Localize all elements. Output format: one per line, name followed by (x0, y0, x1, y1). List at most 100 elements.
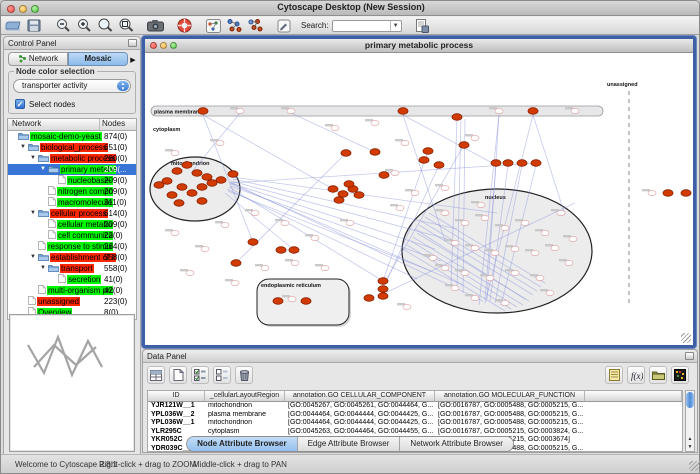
float-panel-icon[interactable] (128, 39, 137, 47)
network-node-selected[interactable] (154, 182, 164, 189)
attribute-matrix-icon[interactable] (671, 366, 689, 384)
network-node-selected[interactable] (663, 190, 673, 197)
tree-row-multi-organism-pro[interactable]: multi-organism pro42(0) (8, 285, 136, 296)
network-node-selected[interactable] (379, 172, 389, 179)
network-node-selected[interactable] (207, 180, 217, 187)
network-node[interactable] (557, 210, 565, 215)
zoom-in-icon[interactable] (75, 18, 93, 34)
network-node-selected[interactable] (344, 181, 354, 188)
network-node[interactable] (541, 230, 549, 235)
network-node-selected[interactable] (423, 148, 433, 155)
network-node-selected[interactable] (398, 108, 408, 115)
birdseye-view[interactable] (9, 314, 135, 452)
tab-node-attribute-browser[interactable]: Node Attribute Browser (187, 437, 298, 451)
network-node[interactable] (321, 265, 329, 270)
expand-arrow-icon[interactable]: ▼ (40, 265, 46, 271)
edge[interactable] (236, 153, 346, 263)
network-node[interactable] (281, 220, 289, 225)
network-node[interactable] (471, 135, 479, 140)
expand-arrow-icon[interactable]: ▼ (30, 155, 36, 161)
network-node-selected[interactable] (202, 174, 212, 181)
tree-row-unassigned[interactable]: unassigned223(0) (8, 296, 136, 307)
network-node-selected[interactable] (182, 162, 192, 169)
network-node[interactable] (236, 108, 244, 113)
network-node[interactable] (429, 255, 437, 260)
network-node[interactable] (546, 290, 554, 295)
network-node-selected[interactable] (174, 200, 184, 207)
network-view-icon[interactable] (204, 18, 222, 34)
table-row[interactable]: YPL036W__2plasma membrane[GO:0044464, GO… (148, 411, 682, 420)
network-node[interactable] (411, 190, 419, 195)
combo-stepper-icon[interactable]: ▲▼ (117, 81, 129, 91)
tree-row-primary-metabo[interactable]: ▼primary metabo209(... (8, 164, 136, 175)
scroll-up-icon[interactable]: ▲ (686, 435, 694, 443)
select-attributes-icon[interactable] (191, 366, 209, 384)
network-node[interactable] (501, 225, 509, 230)
network-node-selected[interactable] (334, 197, 344, 204)
network-node-selected[interactable] (231, 260, 241, 267)
network-node[interactable] (171, 150, 179, 155)
network-node[interactable] (565, 260, 573, 265)
network-node[interactable] (216, 140, 224, 145)
tab-mosaic[interactable]: Mosaic (68, 52, 128, 66)
network-node[interactable] (288, 296, 296, 301)
unselect-attributes-icon[interactable] (213, 366, 231, 384)
network-node-selected[interactable] (273, 298, 283, 305)
tree-row-biological-process[interactable]: ▼biological_process651(0) (8, 142, 136, 153)
network-node-selected[interactable] (378, 286, 388, 293)
tree-row-nucleobase-[interactable]: nucleobase-209(0) (8, 175, 136, 186)
network-node[interactable] (171, 230, 179, 235)
network-node[interactable] (461, 270, 469, 275)
network-node[interactable] (441, 265, 449, 270)
network-node[interactable] (648, 190, 656, 195)
network-node-selected[interactable] (341, 150, 351, 157)
column-header[interactable]: annotation.GO CELLULAR_COMPONENT (285, 391, 435, 401)
save-session-icon[interactable] (25, 18, 43, 34)
network-node[interactable] (471, 295, 479, 300)
network-node-selected[interactable] (517, 160, 527, 167)
network-node-selected[interactable] (419, 157, 429, 164)
tree-header-nodes[interactable]: Nodes (100, 119, 136, 130)
network-node[interactable] (346, 220, 354, 225)
network-node[interactable] (471, 245, 479, 250)
zoom-out-icon[interactable] (54, 18, 72, 34)
annotation-notes-icon[interactable] (605, 366, 623, 384)
network-node-selected[interactable] (491, 160, 501, 167)
network-node-selected[interactable] (301, 298, 311, 305)
network-node[interactable] (291, 260, 299, 265)
tab-edge-attribute-browser[interactable]: Edge Attribute Browser (298, 437, 401, 451)
network-node[interactable] (221, 222, 229, 227)
tree-row-mosaic-demo-yeast[interactable]: mosaic-demo-yeast874(0) (8, 131, 136, 142)
network-node[interactable] (569, 236, 577, 241)
network-node[interactable] (371, 120, 379, 125)
scroll-down-icon[interactable]: ▼ (686, 443, 694, 451)
network-node-selected[interactable] (378, 293, 388, 300)
network-node-selected[interactable] (248, 239, 258, 246)
network-node[interactable] (521, 220, 529, 225)
edge[interactable] (291, 113, 375, 152)
new-attribute-icon[interactable] (169, 366, 187, 384)
table-row[interactable]: YLR295Ccytoplasm[GO:0045263, GO:0044464,… (148, 428, 682, 437)
open-session-icon[interactable] (4, 18, 22, 34)
tree-row-metabolic-process[interactable]: ▼metabolic process280(0) (8, 153, 136, 164)
expand-arrow-icon[interactable]: ▼ (30, 210, 36, 216)
network-node-selected[interactable] (198, 108, 208, 115)
window-resize-grip-icon[interactable] (689, 461, 699, 471)
column-header[interactable]: ID (148, 391, 205, 401)
network-node-selected[interactable] (681, 190, 691, 197)
network-node[interactable] (201, 246, 209, 251)
tree-row-transport[interactable]: ▼transport558(0) (8, 263, 136, 274)
node-color-select[interactable]: transporter activity ▲▼ (13, 79, 131, 93)
network-node[interactable] (461, 220, 469, 225)
table-scrollbar[interactable]: ▲ ▼ (685, 390, 695, 452)
network-node-selected[interactable] (364, 295, 374, 302)
network-node[interactable] (186, 270, 194, 275)
annotation-icon[interactable] (275, 18, 293, 34)
network-node-selected[interactable] (459, 142, 469, 149)
network-node-selected[interactable] (354, 192, 364, 199)
zoom-fit-icon[interactable] (117, 18, 135, 34)
network-node[interactable] (551, 245, 559, 250)
help-lifering-icon[interactable] (175, 18, 193, 34)
network-node[interactable] (486, 275, 494, 280)
tree-row-macromolecule[interactable]: macromolecule311(0) (8, 197, 136, 208)
